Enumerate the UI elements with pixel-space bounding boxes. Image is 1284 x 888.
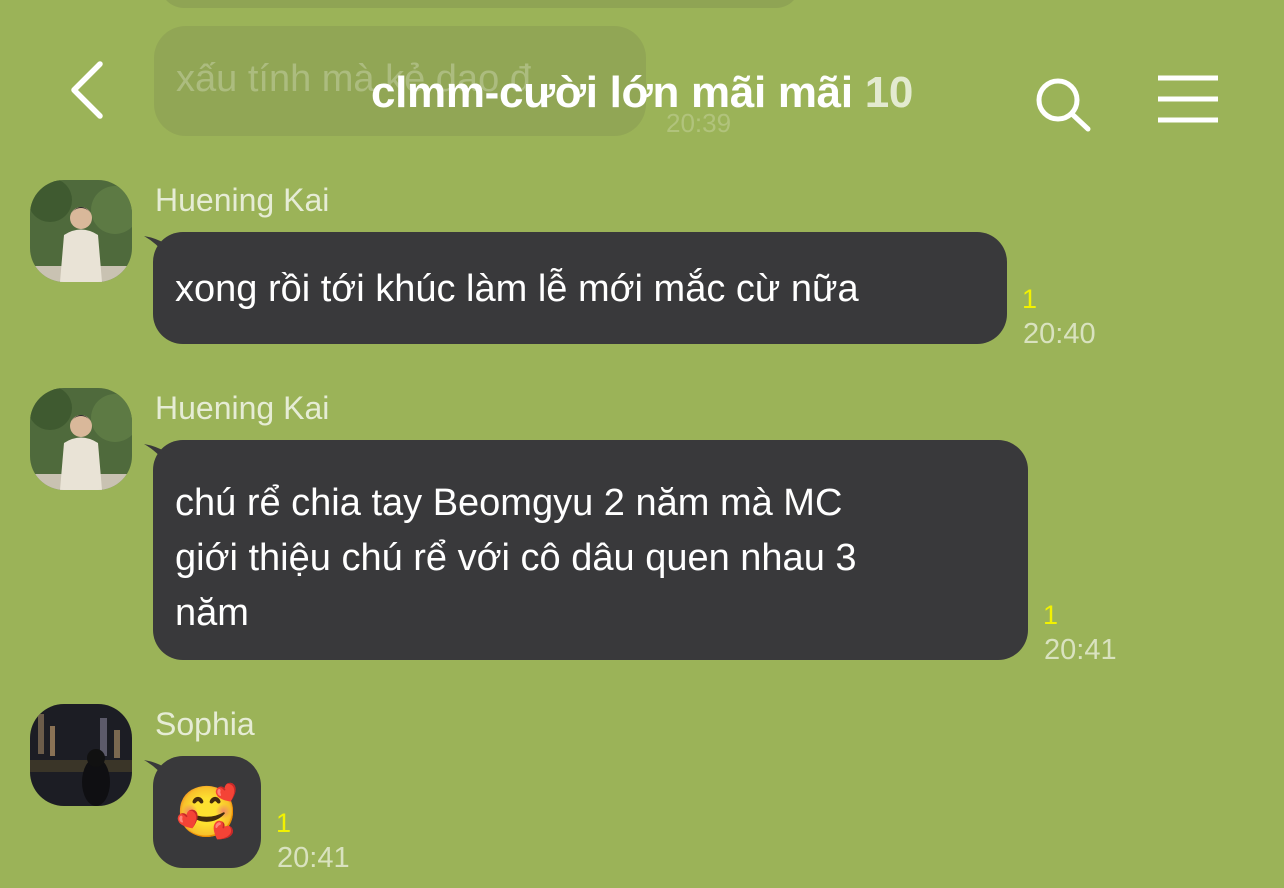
- avatar-photo: [30, 388, 132, 490]
- sender-name: Sophia: [155, 706, 255, 742]
- avatar-sophia[interactable]: [30, 704, 132, 806]
- avatar-photo: [30, 704, 132, 806]
- avatar-huening-kai[interactable]: [30, 180, 132, 282]
- sender-name: Huening Kai: [155, 182, 330, 218]
- message-time: 20:41: [1044, 634, 1117, 666]
- member-count: 10: [864, 68, 914, 117]
- message-time: 20:41: [277, 842, 350, 874]
- read-count: 1: [276, 808, 292, 838]
- chat-header: clmm-cười lớn mãi mãi 10: [0, 0, 1284, 180]
- avatar-photo: [30, 180, 132, 282]
- hamburger-menu-icon: [1158, 75, 1218, 123]
- chat-name: clmm-cười lớn mãi mãi: [370, 68, 853, 117]
- emoji-message: 🥰: [175, 784, 239, 840]
- message-bubble[interactable]: xong rồi tới khúc làm lễ mới mắc cừ nữa: [153, 232, 1007, 344]
- message-text-line: giới thiệu chú rể với cô dâu quen nhau 3: [175, 537, 857, 579]
- message-text-line: năm: [175, 592, 249, 634]
- message-text-line: xong rồi tới khúc làm lễ mới mắc cừ nữa: [175, 268, 859, 310]
- message-text-line: chú rể chia tay Beomgyu 2 năm mà MC: [175, 482, 843, 524]
- read-count: 1: [1043, 600, 1059, 630]
- message-bubble[interactable]: chú rể chia tay Beomgyu 2 năm mà MC giới…: [153, 440, 1028, 660]
- read-count: 1: [1022, 284, 1038, 314]
- sender-name: Huening Kai: [155, 390, 330, 426]
- avatar-huening-kai[interactable]: [30, 388, 132, 490]
- message-time: 20:40: [1023, 318, 1096, 350]
- search-button[interactable]: [1030, 74, 1096, 134]
- search-icon: [1036, 78, 1091, 132]
- message-bubble[interactable]: 🥰: [153, 756, 261, 868]
- menu-button[interactable]: [1154, 74, 1224, 126]
